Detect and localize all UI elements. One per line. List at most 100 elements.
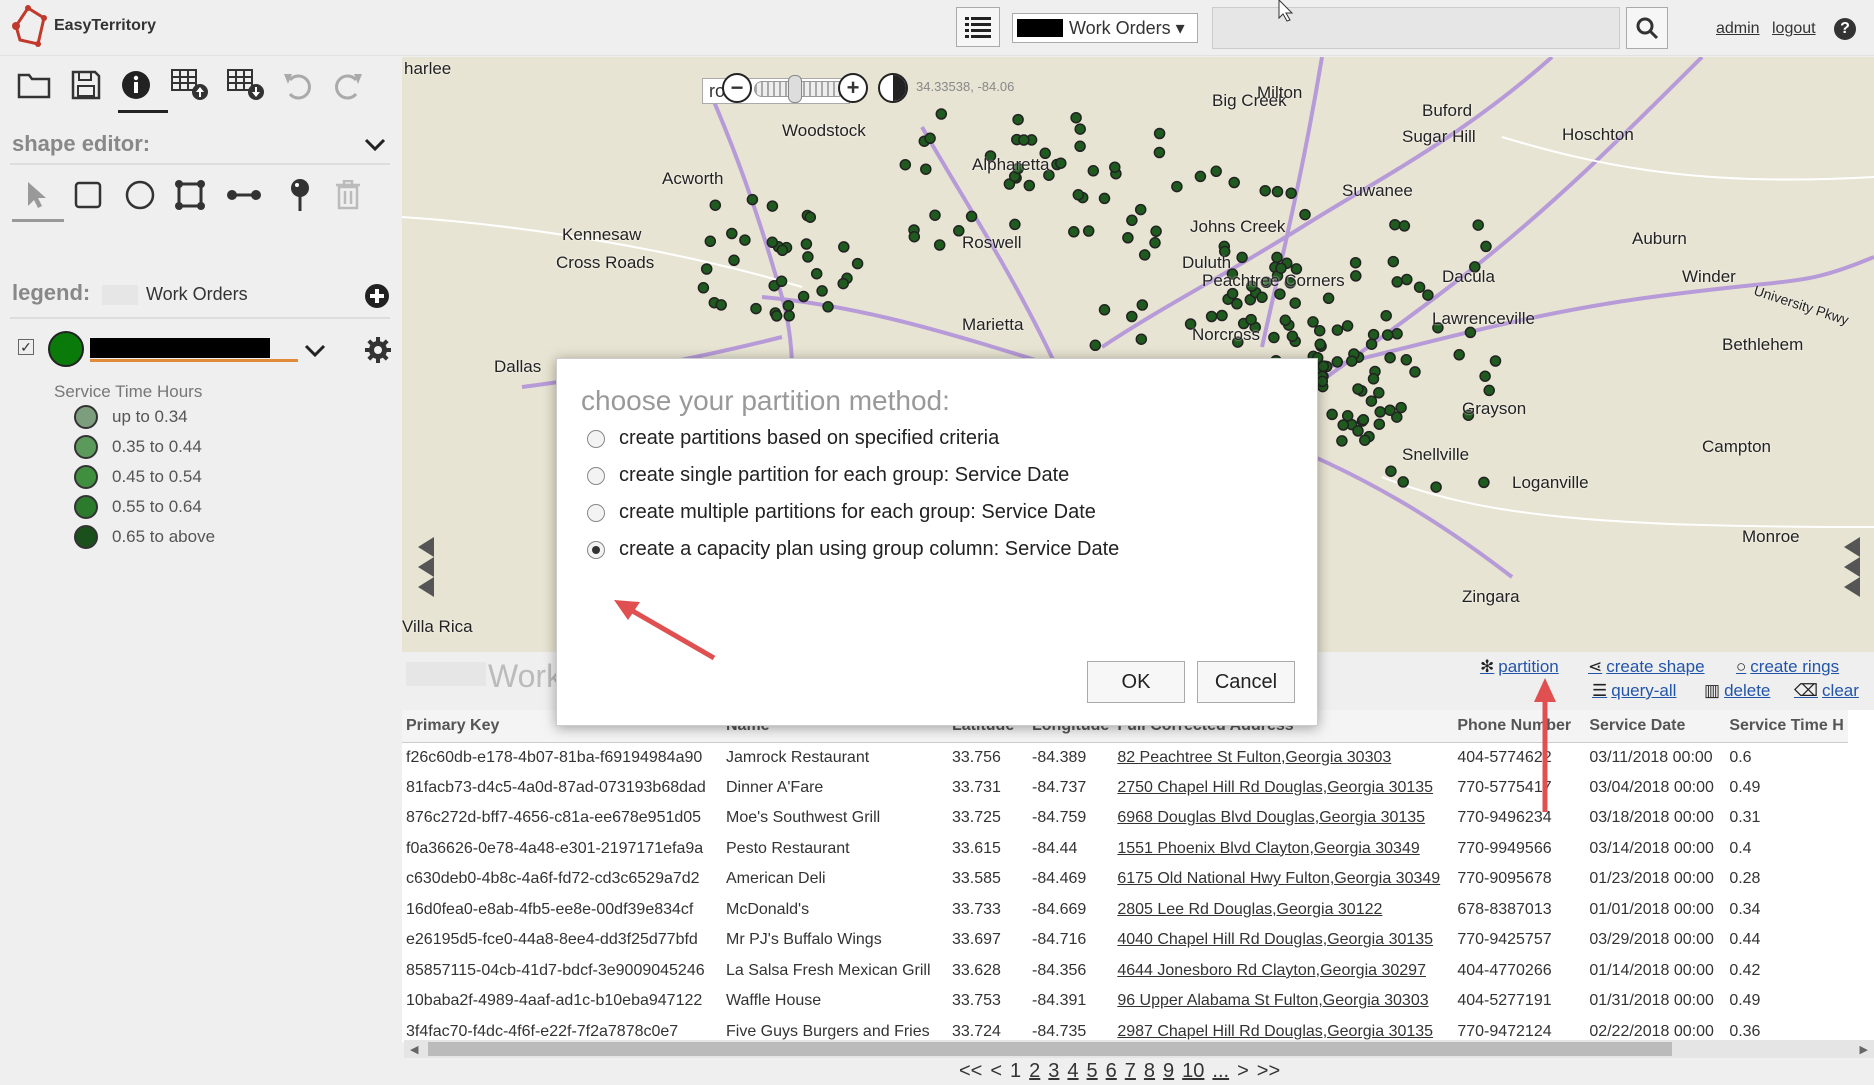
- map-point[interactable]: [920, 163, 932, 175]
- search-input[interactable]: [1212, 7, 1620, 49]
- map-point[interactable]: [739, 234, 751, 246]
- map-point[interactable]: [908, 230, 921, 243]
- column-header[interactable]: Service Date: [1585, 710, 1726, 743]
- zoom-in-button[interactable]: +: [838, 73, 868, 103]
- map-point[interactable]: [1236, 251, 1248, 264]
- map-point[interactable]: [1072, 189, 1085, 201]
- map-point[interactable]: [1271, 251, 1283, 264]
- map-point[interactable]: [783, 310, 795, 322]
- map-point[interactable]: [1126, 214, 1138, 227]
- first-page-link[interactable]: <<: [956, 1060, 985, 1083]
- map-point[interactable]: [1367, 373, 1380, 385]
- partition-option[interactable]: create a capacity plan using group colum…: [587, 538, 1119, 561]
- map-point[interactable]: [1082, 225, 1095, 237]
- partition-option[interactable]: create single partition for each group: …: [587, 464, 1069, 487]
- chevron-down-icon[interactable]: [364, 137, 386, 153]
- map-point[interactable]: [1205, 310, 1218, 323]
- table-row[interactable]: 85857115-04cb-41d7-bdcf-3e9009045246 La S…: [402, 956, 1848, 987]
- map-point[interactable]: [1373, 387, 1385, 399]
- map-point[interactable]: [700, 263, 713, 275]
- map-point[interactable]: [776, 244, 789, 257]
- partition-option[interactable]: create multiple partitions for each grou…: [587, 501, 1096, 524]
- select-tool-button[interactable]: [16, 175, 56, 215]
- map-point[interactable]: [1401, 273, 1413, 286]
- map-point[interactable]: [1149, 237, 1161, 249]
- map-point[interactable]: [1009, 218, 1021, 231]
- map-point[interactable]: [1153, 146, 1166, 159]
- map-point[interactable]: [1346, 355, 1358, 367]
- column-header[interactable]: Phone Number: [1453, 710, 1586, 743]
- map-point[interactable]: [1018, 134, 1030, 146]
- scroll-right-icon[interactable]: ▶: [1860, 1043, 1868, 1056]
- pin-tool-button[interactable]: [280, 175, 320, 215]
- page-link[interactable]: 7: [1122, 1060, 1139, 1083]
- table-row[interactable]: 3f4fac70-f4dc-4f6f-e22f-7f2a7878c0e7 Five…: [402, 1017, 1848, 1043]
- map-point[interactable]: [1089, 339, 1102, 352]
- map-point[interactable]: [797, 290, 810, 303]
- map-point[interactable]: [1331, 324, 1344, 336]
- page-link[interactable]: 9: [1160, 1060, 1177, 1083]
- page-link[interactable]: 3: [1045, 1060, 1062, 1083]
- map-point[interactable]: [1023, 179, 1036, 192]
- zoom-slider-handle[interactable]: [788, 75, 802, 103]
- map-point[interactable]: [1367, 328, 1380, 341]
- page-link[interactable]: 8: [1141, 1060, 1158, 1083]
- map-point[interactable]: [1317, 360, 1330, 373]
- search-button[interactable]: [1626, 7, 1668, 49]
- map-point[interactable]: [1387, 255, 1400, 268]
- map-point[interactable]: [1279, 314, 1292, 327]
- map-point[interactable]: [1285, 187, 1297, 199]
- table-row[interactable]: 876c272d-bff7-4656-c81a-ee678e951d05 Moe'…: [402, 803, 1848, 834]
- map-point[interactable]: [1337, 419, 1349, 431]
- map-point[interactable]: [1109, 161, 1121, 173]
- map-point[interactable]: [1307, 316, 1319, 328]
- map-point[interactable]: [1389, 218, 1401, 231]
- table-row[interactable]: 16d0fea0-e8ab-4fb5-ee8e-00df39e834cf McDo…: [402, 895, 1848, 926]
- address-link[interactable]: 6175 Old National Hwy Fulton,Georgia 303…: [1113, 864, 1453, 895]
- map-point[interactable]: [1350, 270, 1362, 282]
- map-point[interactable]: [1098, 192, 1111, 205]
- map-point[interactable]: [1395, 401, 1407, 414]
- map-point[interactable]: [837, 277, 849, 290]
- map-point[interactable]: [1400, 354, 1413, 366]
- map-point[interactable]: [1453, 349, 1465, 361]
- cancel-button[interactable]: Cancel: [1197, 661, 1295, 703]
- map-point[interactable]: [1256, 291, 1268, 304]
- address-link[interactable]: 82 Peachtree St Fulton,Georgia 30303: [1113, 742, 1453, 773]
- list-view-button[interactable]: [956, 7, 1000, 47]
- map-point[interactable]: [1365, 395, 1378, 407]
- create-shape-link[interactable]: ⋖ create shape: [1588, 657, 1705, 677]
- page-link[interactable]: 2: [1026, 1060, 1043, 1083]
- map-point[interactable]: [1259, 184, 1271, 197]
- map-point[interactable]: [1012, 113, 1024, 126]
- map-point[interactable]: [1472, 219, 1484, 231]
- map-point[interactable]: [1336, 435, 1348, 447]
- info-button[interactable]: [116, 65, 156, 105]
- polygon-tool-button[interactable]: [170, 175, 210, 215]
- map-point[interactable]: [770, 310, 783, 322]
- map-point[interactable]: [775, 275, 788, 288]
- map-point[interactable]: [1135, 333, 1148, 345]
- map-point[interactable]: [1268, 331, 1280, 344]
- rectangle-tool-button[interactable]: [68, 175, 108, 215]
- layer-select[interactable]: Work Orders ▾: [1012, 13, 1198, 43]
- map-point[interactable]: [1381, 329, 1394, 341]
- map-point[interactable]: [1430, 481, 1442, 493]
- map-point[interactable]: [816, 285, 828, 297]
- map-point[interactable]: [1194, 170, 1207, 183]
- app-logo[interactable]: EasyTerritory: [10, 4, 156, 48]
- map-point[interactable]: [1068, 226, 1080, 238]
- help-icon[interactable]: ?: [1834, 18, 1856, 40]
- map-point[interactable]: [1349, 256, 1362, 269]
- map-point[interactable]: [822, 301, 834, 313]
- table-row[interactable]: 10baba2f-4989-4aaf-ad1c-b10eba947122 Waff…: [402, 986, 1848, 1017]
- map-point[interactable]: [1074, 140, 1086, 153]
- map-point[interactable]: [1210, 165, 1222, 178]
- table-row[interactable]: e26195d5-fce0-44a8-8ee4-dd3f25d77bfd Mr P…: [402, 925, 1848, 956]
- map-point[interactable]: [1299, 208, 1311, 221]
- radio-button[interactable]: [587, 540, 605, 559]
- radio-button[interactable]: [587, 429, 605, 448]
- map-point[interactable]: [1384, 404, 1396, 416]
- map-point[interactable]: [782, 299, 795, 312]
- map-point[interactable]: [1216, 309, 1228, 322]
